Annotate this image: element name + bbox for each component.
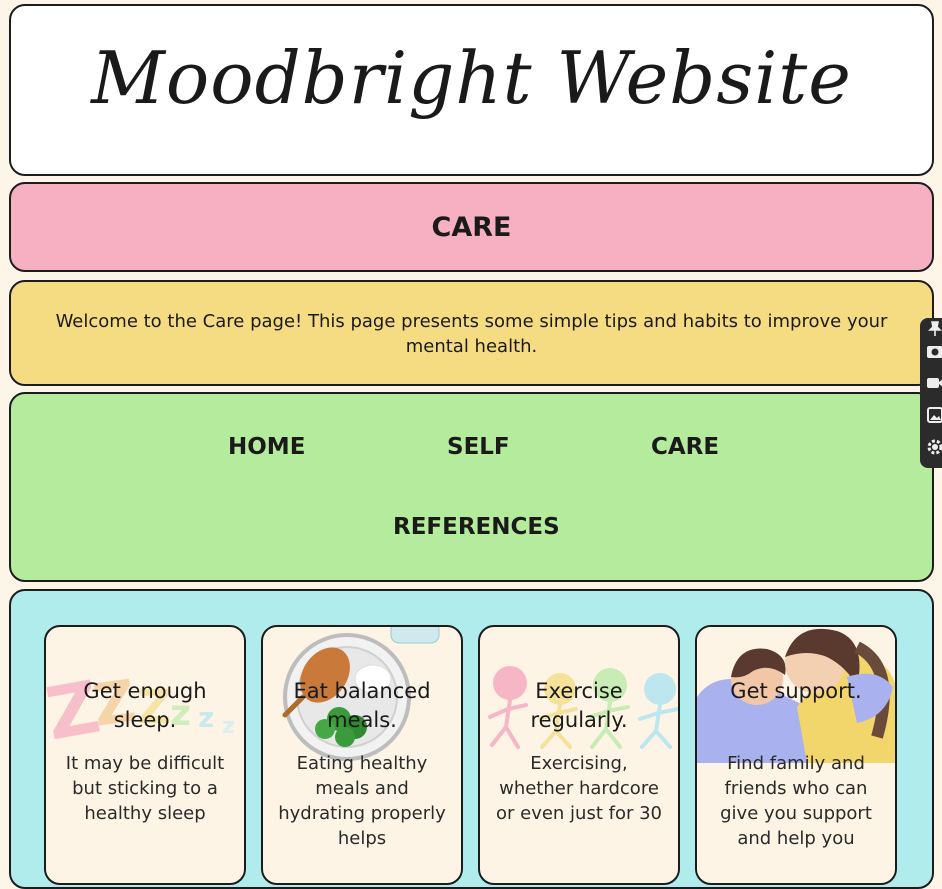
pin-icon[interactable]: [926, 320, 942, 338]
tip-card-sleep: Z Z Z z z z Get enough sleep. It may be …: [44, 625, 246, 885]
tips-section: Z Z Z z z z Get enough sleep. It may be …: [9, 589, 934, 889]
tip-title: Get enough sleep.: [83, 679, 207, 732]
tip-card-exercise: Exercise regularly. Exercising, whether …: [478, 625, 680, 885]
capture-toolbar: [920, 318, 942, 468]
nav-link-self[interactable]: SELF: [447, 434, 510, 460]
welcome-banner: Welcome to the Care page! This page pres…: [9, 280, 934, 386]
site-header: Moodbright Website: [9, 4, 934, 176]
gallery-icon[interactable]: [926, 406, 942, 424]
main-nav: HOME SELF CARE REFERENCES: [9, 392, 934, 582]
nav-link-home[interactable]: HOME: [228, 434, 305, 460]
tip-body: It may be difficult but sticking to a he…: [65, 753, 225, 824]
gear-icon[interactable]: [926, 438, 942, 456]
tip-title: Get support.: [730, 679, 862, 703]
welcome-text: Welcome to the Care page! This page pres…: [55, 311, 888, 357]
camera-icon[interactable]: [926, 342, 942, 360]
tip-body: Find family and friends who can give you…: [720, 753, 872, 849]
nav-link-care[interactable]: CARE: [651, 434, 719, 460]
page-heading-banner: CARE: [9, 182, 934, 272]
tip-body: Eating healthy meals and hydrating prope…: [278, 753, 446, 849]
page-title: CARE: [431, 212, 512, 243]
tip-body: Exercising, whether hardcore or even jus…: [495, 753, 662, 824]
site-title: Moodbright Website: [91, 36, 852, 120]
tip-title: Exercise regularly.: [530, 679, 628, 732]
tip-card-meals: Eat balanced meals. Eating healthy meals…: [261, 625, 463, 885]
tip-card-support: Get support. Find family and friends who…: [695, 625, 897, 885]
nav-link-references[interactable]: REFERENCES: [393, 514, 560, 540]
tip-title: Eat balanced meals.: [293, 679, 431, 732]
video-icon[interactable]: [926, 374, 942, 392]
